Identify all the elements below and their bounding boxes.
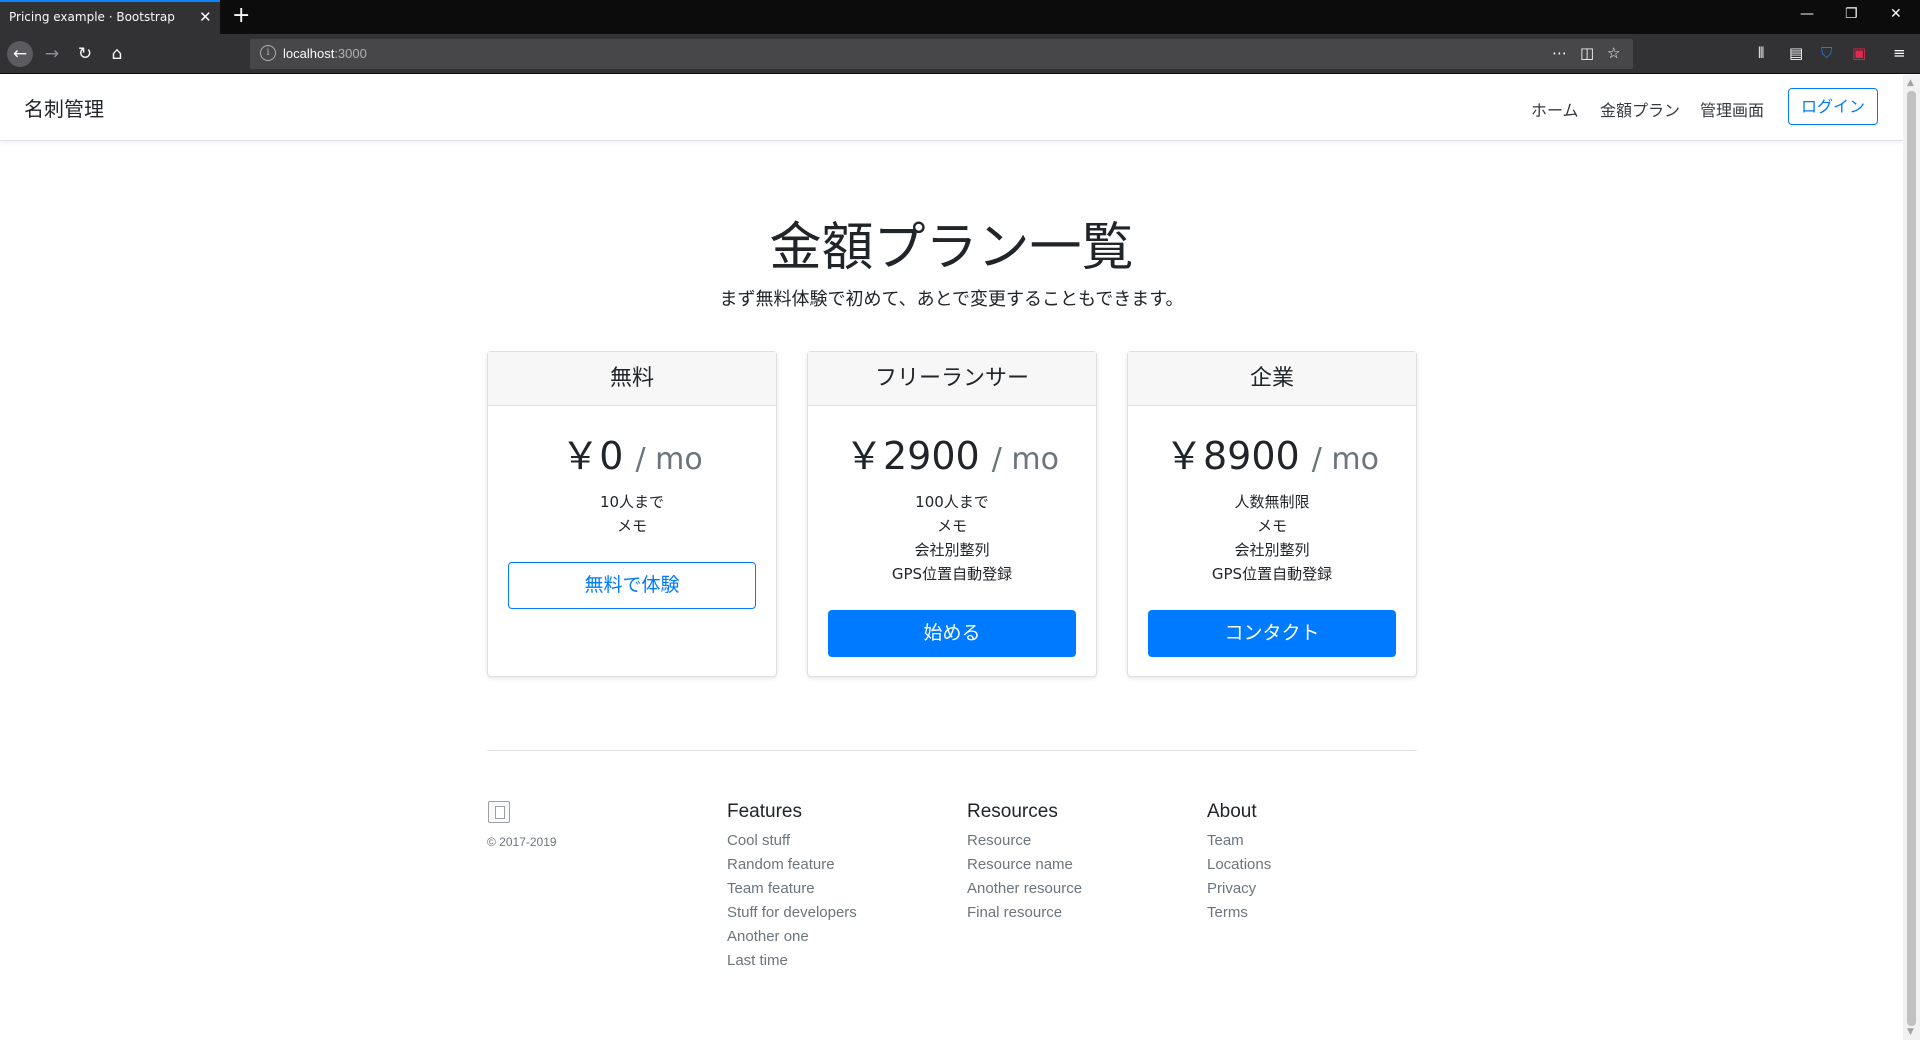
page-actions-icon[interactable]: ⋯ [1552, 44, 1567, 62]
plan-feature: 会社別整列 [914, 541, 990, 559]
window-close-icon[interactable]: ✕ [1890, 6, 1902, 22]
footer-logo-icon [488, 801, 510, 823]
sidebar-icon[interactable]: ▤ [1789, 44, 1803, 62]
footer-link[interactable]: Final resource [967, 901, 1082, 925]
back-icon[interactable]: ← [7, 41, 33, 67]
extension-pocket-icon[interactable]: ▣ [1852, 44, 1866, 62]
plan-feature: 100人まで [915, 493, 989, 511]
plan-price: ￥8900 / mo [1164, 434, 1380, 478]
plan-feature: GPS位置自動登録 [891, 565, 1013, 583]
scrollbar-thumb[interactable] [1907, 91, 1916, 1026]
reload-icon[interactable]: ↻ [72, 41, 98, 67]
page-viewport: 名刺管理 ホーム 金額プラン 管理画面 ログイン 金額プラン一覧 まず無料体験で… [0, 75, 1903, 1040]
plan-feature: 会社別整列 [1234, 541, 1310, 559]
nav-link-pricing[interactable]: 金額プラン [1600, 97, 1680, 121]
footer-column-resources: Resources Resource Resource name Another… [967, 801, 1082, 925]
browser-tab-bar: Pricing example · Bootstrap ✕ + — ❐ ✕ [0, 0, 1920, 34]
footer-link[interactable]: Last time [727, 949, 857, 973]
browser-toolbar: ← → ↻ ⌂ i localhost:3000 ⋯ ◫ ☆ ⫴ ▤ ⛉ ▣ ≡ [0, 34, 1920, 74]
pocket-icon[interactable]: ◫ [1580, 44, 1594, 62]
footer-link[interactable]: Resource [967, 829, 1082, 853]
footer-link[interactable]: Team [1207, 829, 1271, 853]
page-scrollbar[interactable]: ▲ ▼ [1903, 75, 1920, 1040]
plan-feature: 人数無制限 [1234, 493, 1310, 511]
footer-link[interactable]: Cool stuff [727, 829, 857, 853]
home-icon[interactable]: ⌂ [104, 41, 130, 67]
copyright: © 2017-2019 [487, 835, 557, 849]
site-navbar: 名刺管理 ホーム 金額プラン 管理画面 ログイン [0, 75, 1903, 141]
restore-icon[interactable]: ❐ [1845, 6, 1858, 22]
plan-name: 企業 [1128, 352, 1416, 406]
bookmark-star-icon[interactable]: ☆ [1607, 44, 1620, 62]
scroll-down-icon[interactable]: ▼ [1907, 1027, 1914, 1037]
plan-feature: 10人まで [599, 493, 665, 511]
forward-icon[interactable]: → [39, 41, 65, 67]
footer-link[interactable]: Team feature [727, 877, 857, 901]
menu-icon[interactable]: ≡ [1893, 44, 1906, 62]
tab-title: Pricing example · Bootstrap [9, 10, 175, 24]
plan-feature: メモ [936, 517, 967, 535]
footer-link[interactable]: Terms [1207, 901, 1271, 925]
footer-link[interactable]: Random feature [727, 853, 857, 877]
plan-name: 無料 [488, 352, 776, 406]
plan-features: 10人まで メモ [488, 490, 776, 538]
plan-price: ￥0 / mo [561, 434, 703, 478]
minimize-icon[interactable]: — [1800, 6, 1814, 22]
footer-divider [487, 750, 1417, 751]
page-title: 金額プラン一覧 [769, 218, 1134, 278]
site-brand[interactable]: 名刺管理 [24, 93, 104, 122]
footer-link[interactable]: Another one [727, 925, 857, 949]
login-button[interactable]: ログイン [1788, 88, 1878, 125]
extension-shield-icon[interactable]: ⛉ [1821, 44, 1832, 62]
plan-feature: メモ [1256, 517, 1287, 535]
site-info-icon[interactable]: i [260, 45, 276, 61]
url-bar[interactable]: i localhost:3000 ⋯ ◫ ☆ [250, 39, 1633, 69]
plan-feature: メモ [616, 517, 647, 535]
page-lead: まず無料体験で初めて、あとで変更することもできます。 [719, 289, 1184, 310]
free-trial-button[interactable]: 無料で体験 [508, 562, 756, 609]
start-button[interactable]: 始める [828, 610, 1076, 657]
tab-close-icon[interactable]: ✕ [199, 8, 212, 26]
plan-feature: GPS位置自動登録 [1211, 565, 1333, 583]
plan-features: 人数無制限 メモ 会社別整列 GPS位置自動登録 [1128, 490, 1416, 586]
footer-link[interactable]: Privacy [1207, 877, 1271, 901]
contact-button[interactable]: コンタクト [1148, 610, 1396, 657]
nav-link-admin[interactable]: 管理画面 [1700, 97, 1764, 121]
new-tab-icon[interactable]: + [232, 4, 250, 28]
footer-link[interactable]: Locations [1207, 853, 1271, 877]
plan-features: 100人まで メモ 会社別整列 GPS位置自動登録 [808, 490, 1096, 586]
nav-link-home[interactable]: ホーム [1531, 97, 1579, 121]
plan-price: ￥2900 / mo [844, 434, 1060, 478]
plan-name: フリーランサー [808, 352, 1096, 406]
scroll-up-icon[interactable]: ▲ [1907, 78, 1914, 88]
footer-link[interactable]: Resource name [967, 853, 1082, 877]
footer-column-title: Features [727, 801, 802, 822]
plan-card-freelancer: フリーランサー ￥2900 / mo 100人まで メモ 会社別整列 GPS位置… [807, 351, 1097, 677]
footer-column-features: Features Cool stuff Random feature Team … [727, 801, 857, 973]
plan-card-free: 無料 ￥0 / mo 10人まで メモ 無料で体験 [487, 351, 777, 677]
url-text[interactable]: localhost:3000 [283, 46, 367, 61]
footer-column-title: About [1207, 801, 1257, 822]
footer-column-title: Resources [967, 801, 1058, 822]
library-icon[interactable]: ⫴ [1758, 44, 1764, 62]
footer-link[interactable]: Stuff for developers [727, 901, 857, 925]
footer-link[interactable]: Another resource [967, 877, 1082, 901]
plan-card-enterprise: 企業 ￥8900 / mo 人数無制限 メモ 会社別整列 GPS位置自動登録 コ… [1127, 351, 1417, 677]
browser-tab[interactable]: Pricing example · Bootstrap ✕ [0, 0, 220, 34]
footer-column-about: About Team Locations Privacy Terms [1207, 801, 1271, 925]
